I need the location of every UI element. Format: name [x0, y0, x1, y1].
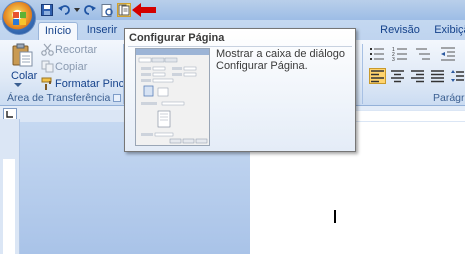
tooltip-title: Configurar Página	[129, 32, 225, 44]
redo-icon[interactable]	[83, 3, 97, 17]
format-painter-icon	[41, 77, 52, 90]
ruler-text-area	[350, 111, 465, 121]
clipboard-group-title: Área de Transferência	[7, 92, 111, 104]
justify-button[interactable]	[429, 68, 446, 84]
page-setup-dialog-thumbnail	[135, 48, 210, 146]
group-divider	[362, 44, 363, 104]
title-bar	[0, 0, 465, 20]
align-right-button[interactable]	[409, 68, 426, 84]
line-spacing-button[interactable]	[449, 68, 465, 84]
tab-inicio[interactable]: Início	[38, 22, 78, 40]
justify-icon	[431, 70, 444, 83]
tab-revisao[interactable]: Revisão	[378, 22, 422, 40]
print-preview-icon[interactable]	[100, 3, 114, 17]
bullets-icon[interactable]	[369, 46, 385, 61]
office-logo-icon	[13, 12, 26, 25]
vertical-ruler[interactable]	[0, 119, 20, 254]
tooltip-description: Mostrar a caixa de diálogo Configurar Pá…	[216, 48, 346, 72]
align-center-button[interactable]	[389, 68, 406, 84]
scissors-icon	[41, 43, 54, 56]
align-left-button[interactable]	[369, 68, 386, 84]
paste-dropdown-icon[interactable]	[14, 82, 22, 88]
paste-icon[interactable]	[10, 43, 34, 67]
clipboard-dialog-launcher-icon[interactable]	[113, 94, 121, 102]
red-arrow-annotation	[132, 3, 156, 17]
copy-icon	[41, 60, 54, 73]
quick-access-toolbar	[40, 2, 131, 18]
align-right-icon	[411, 70, 424, 83]
page-setup-icon[interactable]	[117, 3, 131, 17]
paragraph-group-title: Parágrafo	[433, 92, 465, 104]
text-cursor	[334, 210, 336, 223]
align-left-icon	[371, 70, 384, 83]
svg-text:3: 3	[392, 57, 395, 61]
ruler-text-area	[3, 159, 15, 254]
multilevel-list-icon[interactable]	[415, 46, 431, 61]
decrease-indent-icon[interactable]	[440, 46, 456, 61]
page-setup-tooltip: Configurar Página Mostrar a caixa de diá…	[124, 28, 356, 152]
copy-button[interactable]: Copiar	[55, 61, 87, 73]
numbering-icon[interactable]: 1 2 3	[392, 46, 408, 61]
format-painter-button[interactable]: Formatar Pincel	[55, 78, 133, 90]
tab-exibicao[interactable]: Exibição	[432, 22, 465, 40]
undo-dropdown-icon[interactable]	[74, 3, 80, 17]
cut-button[interactable]: Recortar	[55, 44, 97, 56]
undo-icon[interactable]	[57, 3, 71, 17]
line-spacing-icon	[451, 70, 464, 82]
tooltip-divider	[128, 46, 352, 47]
save-icon[interactable]	[40, 3, 54, 17]
paste-button[interactable]: Colar	[11, 70, 37, 82]
align-center-icon	[391, 70, 404, 83]
office-button[interactable]	[2, 1, 36, 35]
tab-inserir[interactable]: Inserir	[82, 22, 122, 40]
